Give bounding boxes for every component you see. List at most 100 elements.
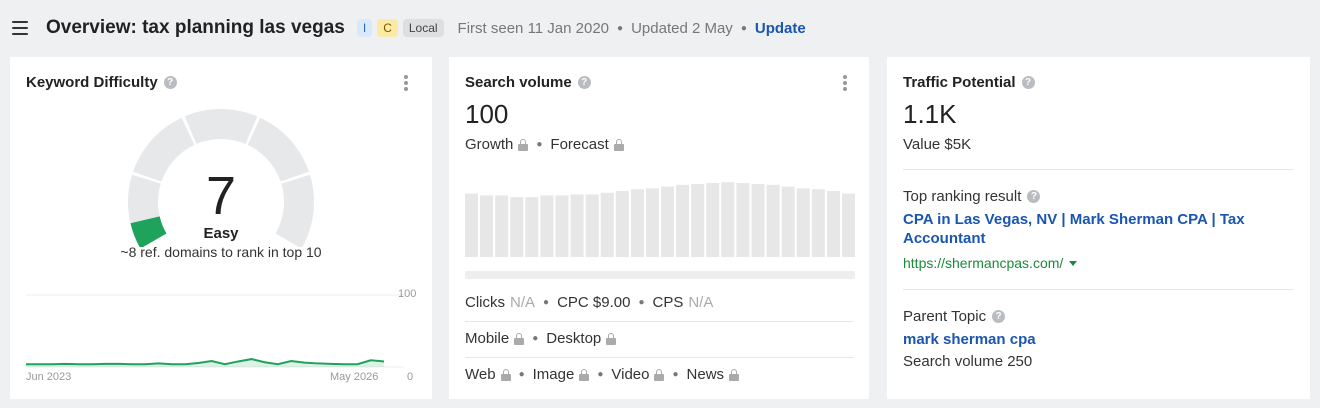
lock-icon bbox=[654, 368, 665, 381]
parent-topic-heading: Parent Topic ? bbox=[903, 308, 1006, 325]
top-result-link[interactable]: CPA in Las Vegas, NV | Mark Sherman CPA … bbox=[903, 210, 1263, 248]
divider bbox=[465, 321, 854, 322]
sv-bar bbox=[706, 183, 720, 257]
separator-dot: ● bbox=[638, 297, 645, 308]
update-link[interactable]: Update bbox=[755, 20, 806, 37]
card-title: Search volume ? bbox=[465, 74, 591, 91]
intent-badge-local: Local bbox=[402, 19, 444, 37]
device-row: Mobile ● Desktop bbox=[465, 330, 617, 347]
cps-value: N/A bbox=[688, 294, 714, 311]
kd-title: Keyword Difficulty bbox=[26, 74, 158, 91]
sv-bar bbox=[766, 184, 780, 257]
forecast-tab[interactable]: Forecast bbox=[550, 136, 608, 153]
y-tick-label: 100 bbox=[398, 288, 417, 300]
top-result-label: Top ranking result bbox=[903, 188, 1022, 205]
sv-bar bbox=[645, 188, 659, 257]
caret-down-icon[interactable] bbox=[1069, 260, 1078, 266]
clicks-label: Clicks bbox=[465, 294, 505, 311]
sv-bar bbox=[540, 195, 554, 257]
sv-bar bbox=[721, 182, 735, 257]
top-result-url-text[interactable]: https://shermancpas.com/ bbox=[903, 255, 1063, 271]
sv-bar bbox=[736, 183, 750, 257]
help-icon[interactable]: ? bbox=[163, 76, 177, 89]
separator-dot: ● bbox=[617, 22, 624, 34]
updated-text: Updated 2 May bbox=[631, 19, 733, 37]
keyword-difficulty-card: Keyword Difficulty ? 7 Easy ~8 ref. doma… bbox=[10, 57, 432, 399]
separator-dot: ● bbox=[672, 369, 679, 380]
y-tick-label: 0 bbox=[407, 371, 414, 383]
help-icon[interactable]: ? bbox=[992, 310, 1006, 323]
sv-bar bbox=[630, 189, 644, 257]
sv-bar bbox=[510, 197, 524, 257]
separator-dot: ● bbox=[543, 297, 550, 308]
tp-title: Traffic Potential bbox=[903, 74, 1016, 91]
kd-description: ~8 ref. domains to rank in top 10 bbox=[120, 244, 322, 260]
help-icon[interactable]: ? bbox=[577, 76, 591, 89]
divider bbox=[903, 169, 1293, 170]
separator-dot: ● bbox=[518, 369, 525, 380]
traffic-potential-card: Traffic Potential ? 1.1K Value $5K Top r… bbox=[887, 57, 1310, 399]
first-seen-text: First seen 11 Jan 2020 bbox=[457, 19, 610, 37]
video-label: Video bbox=[611, 366, 650, 383]
sv-bar bbox=[555, 195, 569, 257]
card-title: Traffic Potential ? bbox=[903, 74, 1035, 91]
sv-bar bbox=[811, 189, 825, 257]
top-result-url[interactable]: https://shermancpas.com/ bbox=[903, 255, 1078, 271]
sv-range-bar bbox=[465, 271, 855, 279]
search-type-row: Web ● Image ● Video ● News bbox=[465, 366, 740, 383]
sv-bar bbox=[691, 183, 705, 257]
separator-dot: ● bbox=[597, 369, 604, 380]
gauge-segment bbox=[184, 109, 258, 145]
help-icon[interactable]: ? bbox=[1027, 190, 1041, 203]
sv-bar bbox=[661, 186, 675, 257]
lock-icon bbox=[729, 368, 740, 381]
cps-label: CPS bbox=[652, 294, 684, 311]
sv-trend-chart bbox=[465, 182, 855, 279]
growth-forecast-row: Growth ● Forecast bbox=[465, 136, 624, 153]
sv-bar bbox=[751, 183, 765, 257]
cpc-label: CPC $9.00 bbox=[557, 294, 631, 311]
more-options-icon[interactable] bbox=[843, 75, 847, 91]
web-label: Web bbox=[465, 366, 496, 383]
news-label: News bbox=[686, 366, 725, 383]
x-tick-label: May 2026 bbox=[330, 371, 379, 383]
intent-badge-commercial: C bbox=[377, 19, 398, 37]
lock-icon bbox=[606, 332, 617, 345]
separator-dot: ● bbox=[740, 22, 747, 34]
sv-bar bbox=[781, 186, 795, 257]
sv-bar bbox=[495, 195, 509, 257]
sv-bar bbox=[600, 192, 614, 257]
clicks-value: N/A bbox=[510, 294, 536, 311]
sv-title: Search volume bbox=[465, 74, 572, 91]
sv-bar bbox=[585, 194, 599, 257]
sv-bar bbox=[480, 195, 494, 257]
lock-icon bbox=[500, 368, 511, 381]
sv-bar bbox=[796, 188, 810, 257]
more-options-icon[interactable] bbox=[404, 75, 408, 91]
parent-topic-link[interactable]: mark sherman cpa bbox=[903, 330, 1263, 349]
sv-bar bbox=[465, 193, 479, 257]
sv-bar bbox=[841, 193, 855, 257]
help-icon[interactable]: ? bbox=[1021, 76, 1035, 89]
clicks-cpc-row: Clicks N/A ● CPC $9.00 ● CPS N/A bbox=[465, 294, 713, 311]
separator-dot: ● bbox=[532, 333, 539, 344]
growth-tab[interactable]: Growth bbox=[465, 136, 513, 153]
search-volume-card: Search volume ? 100 Growth ● Forecast Cl… bbox=[449, 57, 869, 399]
sv-bar bbox=[676, 184, 690, 257]
sv-bar bbox=[525, 197, 539, 257]
page-title: Overview: tax planning las vegas bbox=[46, 17, 345, 38]
lock-icon bbox=[613, 138, 624, 151]
divider bbox=[465, 357, 854, 358]
parent-topic-volume: Search volume 250 bbox=[903, 353, 1033, 370]
kd-level: Easy bbox=[203, 225, 239, 242]
kd-score: 7 bbox=[205, 166, 237, 226]
page-header: Overview: tax planning las vegas I C Loc… bbox=[0, 0, 1320, 56]
card-title: Keyword Difficulty ? bbox=[26, 74, 177, 91]
hamburger-menu-icon[interactable] bbox=[12, 21, 28, 35]
x-tick-label: Jun 2023 bbox=[26, 371, 72, 383]
separator-dot: ● bbox=[536, 139, 543, 150]
intent-badge-informational: I bbox=[356, 19, 373, 37]
sv-bar bbox=[615, 191, 629, 257]
desktop-label: Desktop bbox=[546, 330, 602, 347]
parent-topic-label: Parent Topic bbox=[903, 308, 987, 325]
